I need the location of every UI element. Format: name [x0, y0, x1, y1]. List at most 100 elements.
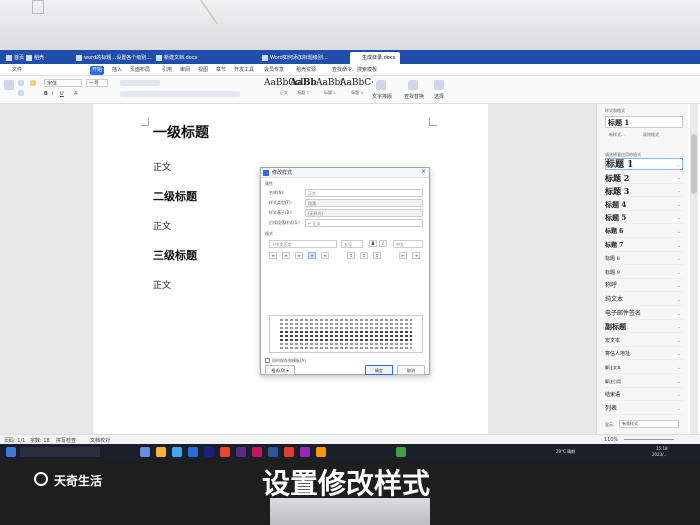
clear-format-button[interactable]: 清除格式	[643, 132, 659, 138]
vertical-scrollbar[interactable]	[690, 104, 698, 434]
paragraph-format-icon[interactable]: ↕	[373, 252, 381, 259]
font-name-select[interactable]: 宋体	[44, 79, 82, 87]
paragraph-format-icon[interactable]: ⇥	[412, 252, 420, 259]
chevron-down-icon[interactable]: ⌄	[677, 199, 681, 211]
ps-icon[interactable]	[204, 447, 214, 457]
style-gallery-item[interactable]: AaBbC· 标题 3	[340, 78, 374, 100]
folder-icon[interactable]	[156, 447, 166, 457]
app-icon[interactable]	[140, 447, 150, 457]
menu-item-11[interactable]: 查找命令、搜索模板	[330, 66, 379, 75]
heading-h2[interactable]: 二级标题	[153, 188, 197, 204]
tab-2[interactable]: word的标题…设置各个级别…	[72, 52, 155, 64]
style-list-item[interactable]: 列表 ⌄	[605, 403, 683, 415]
chevron-down-icon[interactable]: ⌄	[677, 172, 681, 184]
menu-item-9[interactable]: 会员专享	[262, 66, 286, 75]
paragraph-format-icon[interactable]: ≡	[295, 252, 303, 259]
menu-item-0[interactable]: 文件	[10, 66, 24, 75]
menu-item-3[interactable]: 页面布局	[128, 66, 152, 75]
tab-5[interactable]: 生成目录.docx	[350, 52, 400, 64]
font-size-select[interactable]: 一号	[86, 79, 108, 87]
alignment-tools[interactable]	[120, 91, 240, 97]
chrome-icon[interactable]	[220, 447, 230, 457]
spell-check[interactable]: 拼写检查	[56, 437, 76, 444]
menu-item-2[interactable]: 插入	[110, 66, 124, 75]
wechat-icon[interactable]	[396, 447, 406, 457]
chevron-down-icon[interactable]: ⌄	[677, 389, 681, 401]
paste-icon[interactable]	[4, 80, 14, 90]
chevron-down-icon[interactable]: ⌄	[677, 403, 681, 415]
dialog-italic-button[interactable]: I	[379, 240, 387, 247]
style-list-item[interactable]: 标题 3 ⌄	[605, 185, 683, 198]
ae-icon[interactable]	[300, 447, 310, 457]
style-list-item[interactable]: 标题 5 ⌄	[605, 212, 683, 225]
menu-item-6[interactable]: 视图	[196, 66, 210, 75]
style-list-item[interactable]: 结束语 ⌄	[605, 389, 683, 402]
chevron-down-icon[interactable]: ⌄	[677, 226, 681, 238]
paragraph-format-icon[interactable]: ≡	[269, 252, 277, 259]
weather-widget[interactable]: 29°C 晴朗	[556, 449, 575, 455]
cancel-button[interactable]: 取消	[397, 365, 425, 375]
font-select[interactable]: +中文正文	[269, 240, 337, 248]
text-layout-icon[interactable]	[376, 80, 386, 90]
next-style-select[interactable]: ↵ 正文	[305, 219, 423, 227]
paragraph-format-icon[interactable]: ↕	[347, 252, 355, 259]
style-list-item[interactable]: 脚注引用 ⌄	[605, 376, 683, 388]
menu-item-4[interactable]: 引用	[160, 66, 174, 75]
chevron-down-icon[interactable]: ⌄	[677, 335, 681, 347]
ok-button[interactable]: 确定	[365, 365, 393, 375]
style-list-item[interactable]: 标题 8 ⌄	[605, 253, 683, 266]
based-on-select[interactable]: (无样式)	[305, 209, 423, 217]
underline-button[interactable]: U	[60, 91, 64, 97]
paragraph-format-icon[interactable]: ≡	[308, 252, 316, 259]
paragraph-tools[interactable]	[120, 80, 160, 86]
chevron-down-icon[interactable]: ⌄	[677, 212, 681, 224]
chevron-down-icon[interactable]: ⌄	[677, 348, 681, 360]
style-list-item[interactable]: 标题 7 ⌄	[605, 240, 683, 252]
language-select[interactable]: 中文	[393, 240, 423, 248]
start-icon[interactable]	[6, 447, 16, 457]
chevron-down-icon[interactable]: ⌄	[677, 294, 681, 306]
tab-3[interactable]: 新建文档.docx	[152, 52, 202, 64]
zoom-slider[interactable]	[624, 439, 674, 440]
style-list-item[interactable]: 标题 2 ⌄	[605, 172, 683, 184]
pr-icon[interactable]	[236, 447, 246, 457]
style-list-item[interactable]: 宏文本 ⌄	[605, 335, 683, 347]
chevron-down-icon[interactable]: ⌄	[677, 376, 681, 388]
style-list-item[interactable]: 纯文本 ⌄	[605, 294, 683, 306]
app-icon[interactable]	[268, 447, 278, 457]
doc-proof[interactable]: 文档校对	[90, 437, 110, 444]
chevron-down-icon[interactable]: ⌄	[677, 267, 681, 279]
body-text[interactable]: 正文	[153, 160, 171, 173]
body-text[interactable]: 正文	[153, 219, 171, 232]
paragraph-format-icon[interactable]: ↕	[360, 252, 368, 259]
format-painter-icon[interactable]	[30, 80, 36, 86]
name-input[interactable]: 正文	[305, 189, 423, 197]
cut-icon[interactable]	[18, 80, 24, 86]
close-icon[interactable]: ×	[421, 168, 426, 175]
chevron-down-icon[interactable]: ⌄	[676, 159, 680, 171]
edge-icon[interactable]	[172, 447, 182, 457]
chevron-down-icon[interactable]: ⌄	[677, 185, 681, 197]
clock-time[interactable]: 15:18	[656, 446, 668, 451]
new-style-button[interactable]: 新样式...	[609, 132, 625, 138]
store-icon[interactable]	[188, 447, 198, 457]
menu-item-8[interactable]: 开发工具	[232, 66, 256, 75]
style-list-item[interactable]: 脚注文本 ⌄	[605, 362, 683, 374]
show-select[interactable]: 有效样式	[619, 420, 679, 428]
tab-4[interactable]: Word如何添加标题级别…	[258, 52, 332, 64]
chevron-down-icon[interactable]: ⌄	[677, 308, 681, 320]
dialog-bold-button[interactable]: B	[369, 240, 377, 247]
paragraph-format-icon[interactable]: ⇤	[399, 252, 407, 259]
copy-icon[interactable]	[18, 90, 24, 96]
wps-icon[interactable]	[284, 447, 294, 457]
style-list-item[interactable]: 寄信人地址 ⌄	[605, 348, 683, 361]
type-select[interactable]: 段落	[305, 199, 423, 207]
select-icon[interactable]	[434, 80, 444, 90]
scrollbar-thumb[interactable]	[691, 134, 697, 194]
font-color-button[interactable]: A	[74, 91, 77, 97]
bold-button[interactable]: B	[44, 91, 48, 97]
tab-1[interactable]: 稻壳	[22, 52, 48, 64]
save-to-template-checkbox[interactable]	[265, 358, 270, 363]
dialog-titlebar[interactable]: 修改样式 ×	[261, 168, 429, 178]
chevron-down-icon[interactable]: ⌄	[677, 321, 681, 333]
